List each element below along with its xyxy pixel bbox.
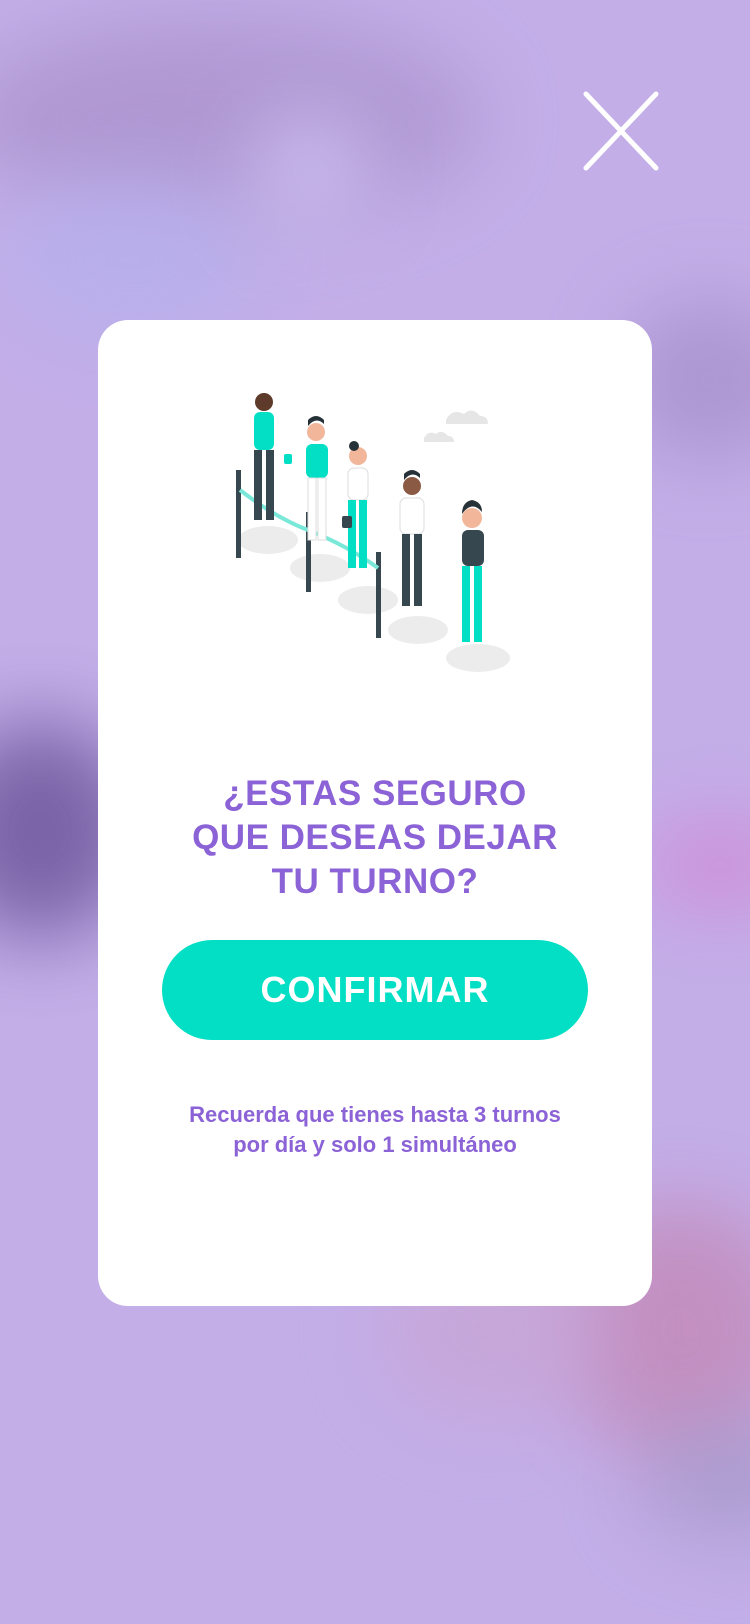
people-waiting-in-line-illustration [228, 390, 528, 690]
turn-limit-note-line-2: por día y solo 1 simultáneo [233, 1132, 517, 1157]
dialog-title: ¿ESTAS SEGURO QUE DESEAS DEJAR TU TURNO? [98, 772, 652, 904]
close-button[interactable] [580, 88, 662, 174]
confirmation-dialog: ¿ESTAS SEGURO QUE DESEAS DEJAR TU TURNO?… [98, 320, 652, 1306]
dialog-title-line-1: ¿ESTAS SEGURO [223, 774, 527, 813]
turn-limit-note-line-1: Recuerda que tienes hasta 3 turnos [189, 1102, 561, 1127]
turn-limit-note: Recuerda que tienes hasta 3 turnos por d… [98, 1100, 652, 1160]
close-icon [583, 91, 659, 171]
confirm-button[interactable]: CONFIRMAR [162, 940, 588, 1040]
dialog-title-line-3: TU TURNO? [271, 862, 479, 901]
dialog-title-line-2: QUE DESEAS DEJAR [192, 818, 558, 857]
